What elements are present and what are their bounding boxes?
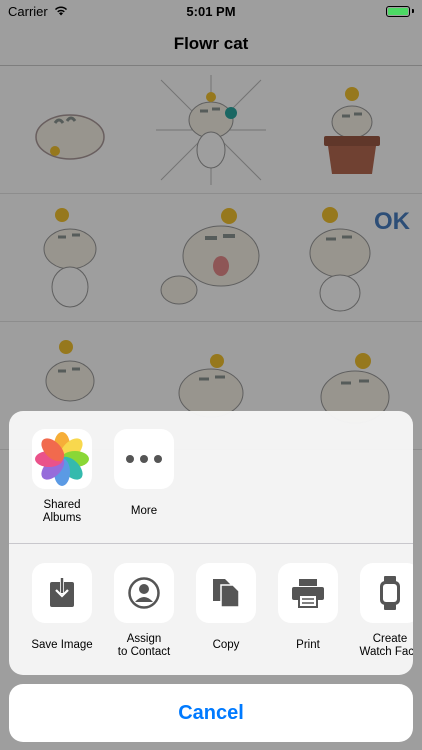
assign-to-contact-label: Assign to Contact xyxy=(117,633,171,658)
share-targets-row: Shared Albums More xyxy=(9,429,413,547)
create-watch-face-label: Create Watch Face xyxy=(359,633,413,658)
more-tile xyxy=(114,429,174,489)
more-button[interactable]: More xyxy=(103,429,185,547)
save-image-label: Save Image xyxy=(31,639,93,651)
save-image-tile xyxy=(32,563,92,623)
shared-albums-tile xyxy=(32,429,92,489)
cancel-button[interactable]: Cancel xyxy=(9,684,413,742)
shared-albums-button[interactable]: Shared Albums xyxy=(21,429,103,547)
status-bar: Carrier 5:01 PM xyxy=(0,0,422,22)
more-icon xyxy=(126,455,162,463)
assign-to-contact-tile xyxy=(114,563,174,623)
save-image-icon xyxy=(50,578,74,607)
create-watch-face-tile xyxy=(360,563,413,623)
print-icon xyxy=(292,579,324,608)
actions-row: Save Image Assign to Contact Copy Print … xyxy=(9,563,413,667)
share-sheet: Shared Albums More Save Image Assign to … xyxy=(9,411,413,675)
sheet-divider xyxy=(9,543,413,544)
copy-label: Copy xyxy=(212,639,240,651)
shared-albums-label: Shared Albums xyxy=(42,499,82,524)
photos-icon xyxy=(35,432,89,486)
assign-to-contact-button[interactable]: Assign to Contact xyxy=(103,563,185,667)
print-tile xyxy=(278,563,338,623)
battery-fill xyxy=(388,7,408,15)
copy-tile xyxy=(196,563,256,623)
print-button[interactable]: Print xyxy=(267,563,349,667)
status-left: Carrier xyxy=(8,4,68,19)
battery-icon xyxy=(386,5,414,17)
watch-icon xyxy=(380,576,400,610)
copy-icon xyxy=(213,579,240,608)
wifi-icon xyxy=(54,6,67,16)
copy-button[interactable]: Copy xyxy=(185,563,267,667)
contact-icon xyxy=(128,577,160,609)
print-label: Print xyxy=(296,639,320,651)
save-image-button[interactable]: Save Image xyxy=(21,563,103,667)
more-label: More xyxy=(130,505,158,517)
carrier-label: Carrier xyxy=(8,3,48,19)
create-watch-face-button[interactable]: Create Watch Face xyxy=(349,563,413,667)
